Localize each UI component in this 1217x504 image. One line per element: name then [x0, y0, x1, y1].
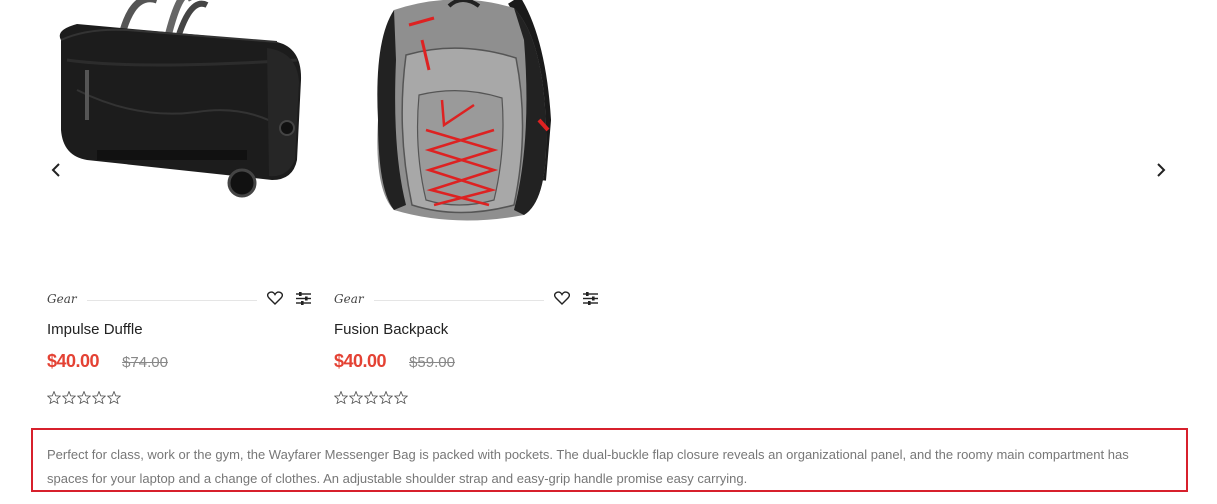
product-image-link[interactable]	[47, 0, 313, 285]
product-description: Perfect for class, work or the gym, the …	[31, 428, 1188, 492]
backpack-image	[377, 0, 552, 221]
star-empty-icon	[394, 391, 408, 404]
compare-button[interactable]	[580, 288, 600, 308]
star-empty-icon	[334, 391, 348, 404]
star-empty-icon	[47, 391, 61, 404]
wishlist-button[interactable]	[552, 288, 572, 308]
rating-stars	[334, 391, 408, 404]
star-empty-icon	[62, 391, 76, 404]
star-empty-icon	[379, 391, 393, 404]
heart-icon	[554, 291, 570, 305]
meta-divider	[86, 299, 257, 301]
product-prices: $40.00 $59.00	[334, 351, 455, 372]
duffle-bag-image	[59, 0, 302, 198]
star-empty-icon	[92, 391, 106, 404]
heart-icon	[267, 291, 283, 305]
star-empty-icon	[364, 391, 378, 404]
product-image-link[interactable]	[334, 0, 600, 285]
star-empty-icon	[349, 391, 363, 404]
product-meta-row: Gear	[47, 288, 313, 308]
product-card: Gear Impulse Duffle $40.00 $74.00	[47, 0, 313, 404]
product-card: Gear Fusion Backpack $40.00 $59.00	[334, 0, 600, 404]
compare-button[interactable]	[293, 288, 313, 308]
wishlist-button[interactable]	[265, 288, 285, 308]
product-prices: $40.00 $74.00	[47, 351, 168, 372]
product-category[interactable]: Gear	[334, 292, 364, 306]
product-meta-row: Gear	[334, 288, 600, 308]
sale-price: $40.00	[47, 351, 100, 371]
product-name-link[interactable]: Fusion Backpack	[334, 321, 448, 338]
product-category[interactable]: Gear	[47, 292, 77, 306]
product-carousel: Gear Impulse Duffle $40.00 $74.00 Gear F…	[0, 0, 1217, 420]
rating-stars	[47, 391, 121, 404]
sliders-icon	[295, 291, 311, 305]
meta-divider	[373, 299, 544, 301]
star-empty-icon	[107, 391, 121, 404]
sale-price: $40.00	[334, 351, 387, 371]
chevron-right-icon	[1157, 163, 1166, 177]
star-empty-icon	[77, 391, 91, 404]
old-price: $74.00	[122, 354, 168, 371]
carousel-next-button[interactable]	[1149, 158, 1173, 182]
sliders-icon	[582, 291, 598, 305]
old-price: $59.00	[409, 354, 455, 371]
product-name-link[interactable]: Impulse Duffle	[47, 321, 143, 338]
